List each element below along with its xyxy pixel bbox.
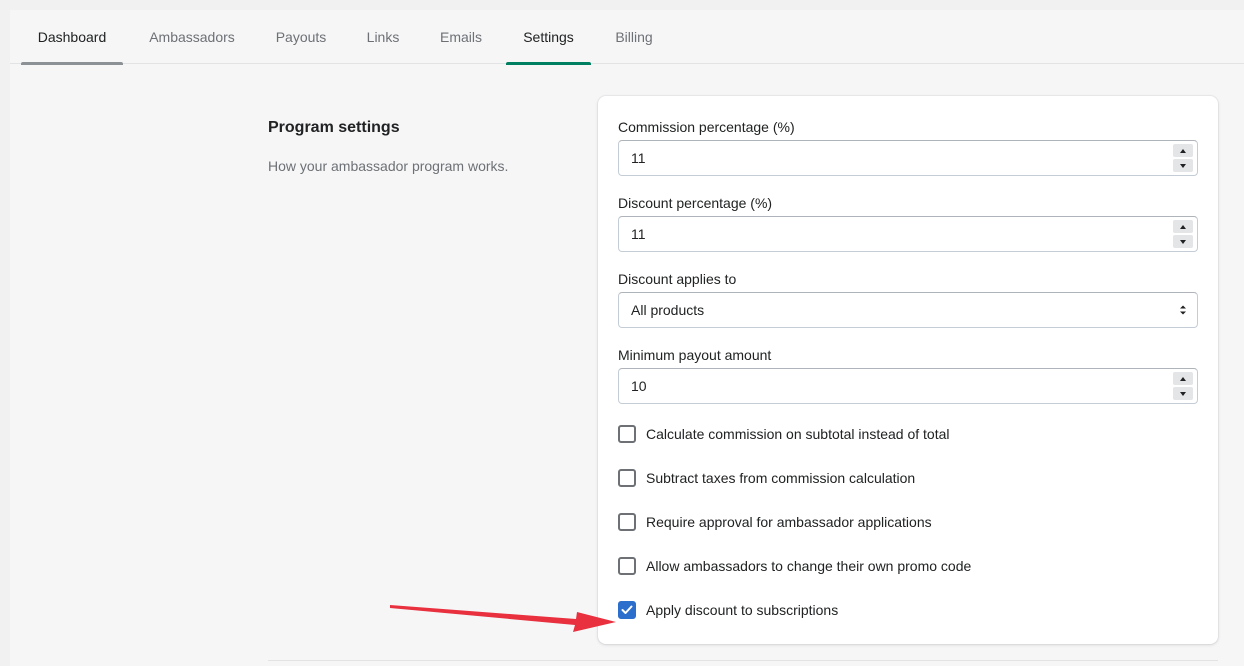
tab-label: Emails — [439, 29, 482, 45]
checkbox-label: Require approval for ambassador applicat… — [646, 514, 932, 530]
tab-bar: Dashboard Ambassadors Payouts Links Emai… — [10, 10, 1244, 65]
number-stepper[interactable] — [1173, 372, 1193, 400]
checkbox-label: Allow ambassadors to change their own pr… — [646, 558, 972, 574]
commission-label: Commission percentage (%) — [618, 119, 795, 135]
chevron-up-icon[interactable] — [1173, 372, 1193, 385]
checkbox-subtract-taxes[interactable]: Subtract taxes from commission calculati… — [618, 468, 915, 488]
section-divider — [268, 660, 1218, 661]
commission-input[interactable]: 11 — [618, 140, 1198, 176]
discount-label: Discount percentage (%) — [618, 195, 773, 211]
min-payout-value: 10 — [631, 378, 647, 394]
checkbox[interactable] — [618, 425, 636, 443]
tab-indicator — [506, 62, 591, 65]
checkbox[interactable] — [618, 557, 636, 575]
chevron-down-icon[interactable] — [1173, 235, 1193, 248]
tab-dashboard[interactable]: Dashboard — [21, 10, 123, 65]
checkbox-require-approval[interactable]: Require approval for ambassador applicat… — [618, 512, 932, 532]
chevron-down-icon[interactable] — [1173, 159, 1193, 172]
tab-label: Ambassadors — [149, 29, 235, 45]
annotation-arrow-icon — [390, 605, 616, 632]
checkmark-icon — [621, 605, 633, 614]
number-stepper[interactable] — [1173, 220, 1193, 248]
checkbox-label: Apply discount to subscriptions — [646, 602, 839, 618]
tab-links[interactable]: Links — [358, 10, 408, 64]
number-stepper[interactable] — [1173, 144, 1193, 172]
tab-settings[interactable]: Settings — [506, 10, 591, 65]
checkbox[interactable] — [618, 513, 636, 531]
checkbox[interactable] — [618, 469, 636, 487]
chevron-up-icon[interactable] — [1173, 144, 1193, 157]
tab-payouts[interactable]: Payouts — [265, 10, 337, 64]
app-page: Dashboard Ambassadors Payouts Links Emai… — [10, 10, 1244, 666]
section-description: How your ambassador program works. — [268, 158, 509, 174]
checkbox-subtotal-commission[interactable]: Calculate commission on subtotal instead… — [618, 424, 950, 444]
tab-label: Billing — [615, 29, 653, 45]
top-strip — [0, 0, 1244, 10]
tab-label: Settings — [523, 29, 574, 45]
tab-label: Payouts — [275, 29, 327, 45]
tab-emails[interactable]: Emails — [430, 10, 492, 64]
min-payout-input[interactable]: 10 — [618, 368, 1198, 404]
section-title: Program settings — [268, 119, 400, 136]
tab-billing[interactable]: Billing — [607, 10, 661, 64]
settings-card: Commission percentage (%) 11 Discount pe… — [598, 96, 1218, 644]
discount-value: 11 — [631, 226, 646, 242]
checkbox-label: Subtract taxes from commission calculati… — [646, 470, 916, 486]
applies-to-select[interactable]: All products — [618, 292, 1198, 328]
commission-value: 11 — [631, 150, 646, 166]
checkbox-discount-subscriptions[interactable]: Apply discount to subscriptions — [618, 600, 838, 620]
checkbox-label: Calculate commission on subtotal instead… — [646, 426, 950, 442]
tab-label: Dashboard — [37, 29, 107, 45]
select-caret-icon — [1180, 305, 1186, 315]
tab-ambassadors[interactable]: Ambassadors — [139, 10, 245, 64]
chevron-down-icon[interactable] — [1173, 387, 1193, 400]
checkbox-change-promo-code[interactable]: Allow ambassadors to change their own pr… — [618, 556, 971, 576]
applies-to-value: All products — [631, 302, 705, 318]
applies-to-label: Discount applies to — [618, 271, 737, 287]
tab-label: Links — [366, 29, 400, 45]
tab-indicator — [21, 62, 123, 65]
chevron-up-icon[interactable] — [1173, 220, 1193, 233]
discount-input[interactable]: 11 — [618, 216, 1198, 252]
min-payout-label: Minimum payout amount — [618, 347, 772, 363]
